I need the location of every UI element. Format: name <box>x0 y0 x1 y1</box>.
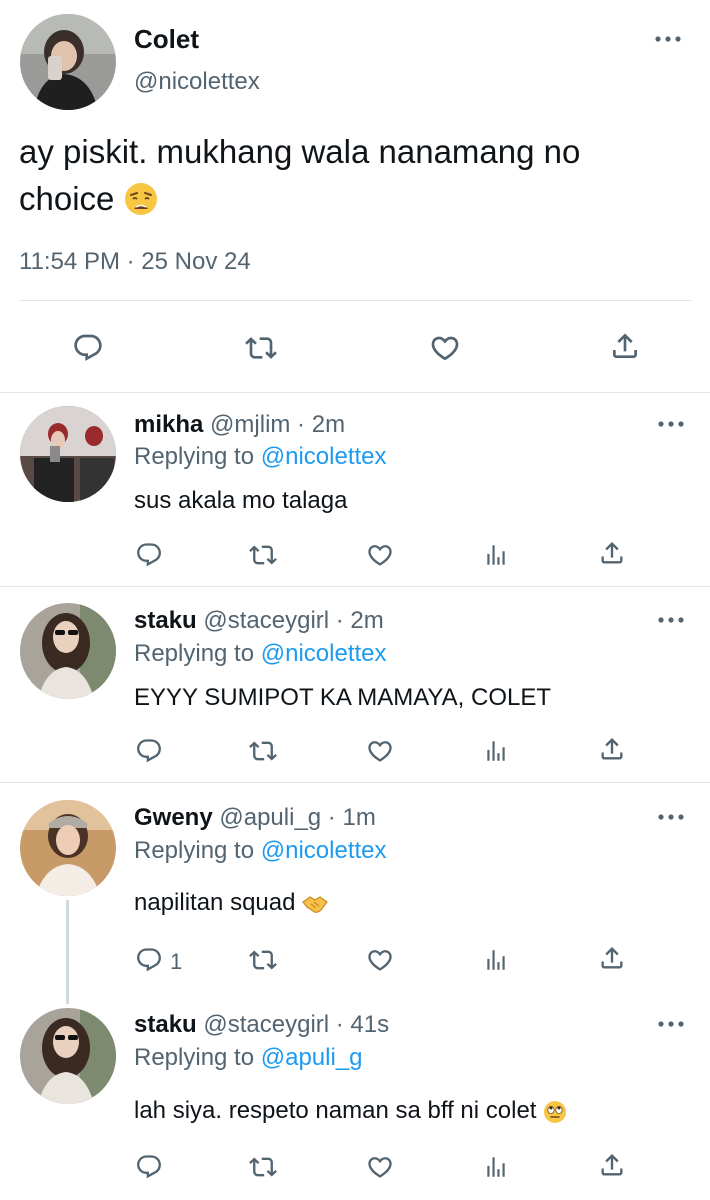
replying-to: Replying to @nicolettex <box>134 443 387 471</box>
reply-text-body: lah siya. respeto naman sa bff ni colet <box>134 1097 537 1124</box>
author-handle[interactable]: @nicolettex <box>134 68 260 96</box>
reply-icon[interactable] <box>135 737 163 765</box>
reply-meta[interactable]: @staceygirl · 2m <box>203 607 383 634</box>
retweet-icon[interactable] <box>249 541 277 569</box>
views-icon[interactable] <box>483 737 509 765</box>
mention-link[interactable]: @nicolettex <box>261 443 387 470</box>
reply-text: lah siya. respeto naman sa bff ni colet <box>134 1097 567 1125</box>
mention-link[interactable]: @apuli_g <box>261 1044 363 1071</box>
more-options-icon[interactable] <box>658 814 684 820</box>
replying-to: Replying to @nicolettex <box>134 640 387 668</box>
reply-header: staku @staceygirl · 41s <box>134 1011 389 1039</box>
views-icon[interactable] <box>483 946 509 974</box>
retweet-icon[interactable] <box>249 1153 277 1181</box>
reply-text: EYYY SUMIPOT KA MAMAYA, COLET <box>134 684 551 711</box>
more-options-icon[interactable] <box>658 421 684 427</box>
replying-to: Replying to @nicolettex <box>134 837 387 865</box>
more-options-icon[interactable] <box>655 36 681 42</box>
reply-author-name[interactable]: mikha <box>134 411 203 438</box>
retweet-icon[interactable] <box>249 737 277 765</box>
divider <box>0 586 710 587</box>
like-icon[interactable] <box>365 946 395 974</box>
reply-author-name[interactable]: staku <box>134 1011 197 1038</box>
reply-author-name[interactable]: Gweny <box>134 804 213 831</box>
reply-icon[interactable] <box>72 332 104 364</box>
tweet-text: ay piskit. mukhang wala nanamang no choi… <box>19 128 679 222</box>
reply-text: sus akala mo talaga <box>134 487 348 514</box>
reply-header: staku @staceygirl · 2m <box>134 607 384 635</box>
reply-author-name[interactable]: staku <box>134 607 197 634</box>
share-icon[interactable] <box>609 330 641 362</box>
reply-header: Gweny @apuli_g · 1m <box>134 804 376 832</box>
avatar-colet[interactable] <box>20 14 116 110</box>
reply-meta[interactable]: @mjlim · 2m <box>210 411 345 438</box>
replying-to-label: Replying to <box>134 1044 255 1071</box>
divider <box>19 300 691 301</box>
reply-text: napilitan squad <box>134 889 328 917</box>
reply-header: mikha @mjlim · 2m <box>134 411 345 439</box>
share-icon[interactable] <box>598 944 626 972</box>
like-icon[interactable] <box>428 332 462 364</box>
reply-icon[interactable] <box>135 1153 163 1181</box>
share-icon[interactable] <box>598 735 626 763</box>
eye-roll-emoji <box>543 1100 567 1124</box>
share-icon[interactable] <box>598 539 626 567</box>
reply-meta[interactable]: @staceygirl · 41s <box>203 1011 389 1038</box>
more-options-icon[interactable] <box>658 617 684 623</box>
tweet-text-body: ay piskit. mukhang wala nanamang no choi… <box>19 133 581 217</box>
divider <box>0 392 710 393</box>
tweet-timestamp[interactable]: 11:54 PM · 25 Nov 24 <box>19 248 251 276</box>
avatar-mikha[interactable] <box>20 406 116 502</box>
replying-to-label: Replying to <box>134 640 255 667</box>
replying-to-label: Replying to <box>134 837 255 864</box>
reply-count: 1 <box>170 949 183 974</box>
reply-text-body: napilitan squad <box>134 889 296 916</box>
weary-face-emoji <box>124 182 158 216</box>
views-icon[interactable] <box>483 541 509 569</box>
reply-icon[interactable] <box>135 541 163 569</box>
reply-meta[interactable]: @apuli_g · 1m <box>219 804 375 831</box>
retweet-icon[interactable] <box>245 332 277 364</box>
handshake-emoji <box>302 894 328 916</box>
like-icon[interactable] <box>365 541 395 569</box>
share-icon[interactable] <box>598 1151 626 1179</box>
like-icon[interactable] <box>365 737 395 765</box>
replying-to-label: Replying to <box>134 443 255 470</box>
author-name[interactable]: Colet <box>134 24 199 55</box>
avatar-staku[interactable] <box>20 1008 116 1104</box>
avatar-gweny[interactable] <box>20 800 116 896</box>
like-icon[interactable] <box>365 1153 395 1181</box>
mention-link[interactable]: @nicolettex <box>261 837 387 864</box>
views-icon[interactable] <box>483 1153 509 1181</box>
mention-link[interactable]: @nicolettex <box>261 640 387 667</box>
divider <box>0 782 710 783</box>
avatar-staku[interactable] <box>20 603 116 699</box>
replying-to: Replying to @apuli_g <box>134 1044 363 1072</box>
reply-icon[interactable] <box>135 946 163 974</box>
thread-connector <box>66 900 69 1004</box>
retweet-icon[interactable] <box>249 946 277 974</box>
more-options-icon[interactable] <box>658 1021 684 1027</box>
